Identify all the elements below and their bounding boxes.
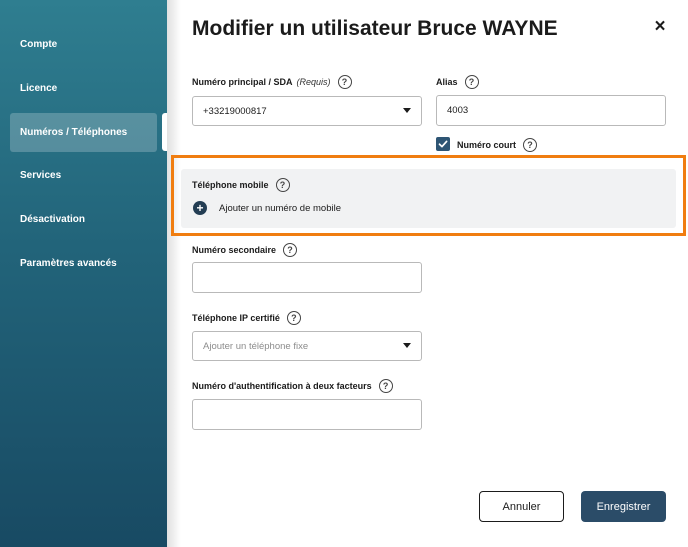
- ip-phone-placeholder: Ajouter un téléphone fixe: [203, 340, 309, 352]
- sidebar-item-desactivation[interactable]: Désactivation: [10, 200, 157, 239]
- two-factor-input[interactable]: [192, 399, 422, 430]
- secondary-number-label: Numéro secondaire ?: [192, 242, 298, 258]
- ip-phone-label: Téléphone IP certifié ?: [192, 310, 301, 326]
- principal-number-label: Numéro principal / SDA (Requis) ?: [192, 74, 352, 90]
- help-icon[interactable]: ?: [464, 75, 479, 89]
- ip-phone-label-text: Téléphone IP certifié: [192, 313, 280, 323]
- page-title: Modifier un utilisateur Bruce WAYNE: [192, 17, 558, 40]
- ip-phone-select[interactable]: Ajouter un téléphone fixe: [192, 331, 422, 361]
- two-factor-label: Numéro d'authentification à deux facteur…: [192, 378, 393, 394]
- help-icon[interactable]: ?: [337, 75, 352, 89]
- required-note: (Requis): [296, 77, 331, 87]
- chevron-down-icon: [403, 343, 411, 348]
- highlight-frame: [171, 155, 686, 236]
- sidebar-item-label: Désactivation: [20, 214, 86, 225]
- sidebar-item-label: Paramètres avancés: [20, 258, 117, 269]
- help-icon[interactable]: ?: [286, 311, 301, 325]
- panel-shadow: [167, 0, 181, 547]
- secondary-number-input[interactable]: [192, 262, 422, 293]
- sidebar-item-label: Services: [20, 170, 62, 181]
- close-icon[interactable]: ×: [650, 17, 670, 37]
- short-number-checkbox[interactable]: [436, 137, 450, 151]
- sidebar-item-label: Numéros / Téléphones: [20, 127, 128, 138]
- chevron-down-icon: [403, 108, 411, 113]
- sidebar-item-parametres-avances[interactable]: Paramètres avancés: [10, 244, 157, 283]
- principal-number-label-text: Numéro principal / SDA: [192, 77, 293, 87]
- sidebar-item-label: Licence: [20, 83, 58, 94]
- sidebar-item-numeros-telephones[interactable]: Numéros / Téléphones: [10, 113, 157, 152]
- principal-number-select[interactable]: +33219000817: [192, 96, 422, 126]
- sidebar-item-label: Compte: [20, 39, 58, 50]
- sidebar-item-compte[interactable]: Compte: [10, 25, 157, 64]
- cancel-button[interactable]: Annuler: [479, 491, 564, 522]
- two-factor-label-text: Numéro d'authentification à deux facteur…: [192, 381, 372, 391]
- alias-label-text: Alias: [436, 77, 458, 87]
- save-button[interactable]: Enregistrer: [581, 491, 666, 522]
- principal-number-value: +33219000817: [203, 105, 267, 117]
- sidebar-item-services[interactable]: Services: [10, 156, 157, 195]
- short-number-label: Numéro court ?: [457, 137, 538, 153]
- sidebar: Compte Licence Numéros / Téléphones Serv…: [0, 0, 167, 547]
- sidebar-item-licence[interactable]: Licence: [10, 69, 157, 108]
- help-icon[interactable]: ?: [378, 379, 393, 393]
- short-number-label-text: Numéro court: [457, 140, 517, 150]
- help-icon[interactable]: ?: [283, 243, 298, 257]
- secondary-number-label-text: Numéro secondaire: [192, 245, 277, 255]
- help-icon[interactable]: ?: [523, 138, 538, 152]
- alias-label: Alias ?: [436, 74, 479, 90]
- alias-value: 4003: [447, 105, 469, 116]
- checkmark-icon: [438, 140, 448, 148]
- alias-input[interactable]: 4003: [436, 95, 666, 126]
